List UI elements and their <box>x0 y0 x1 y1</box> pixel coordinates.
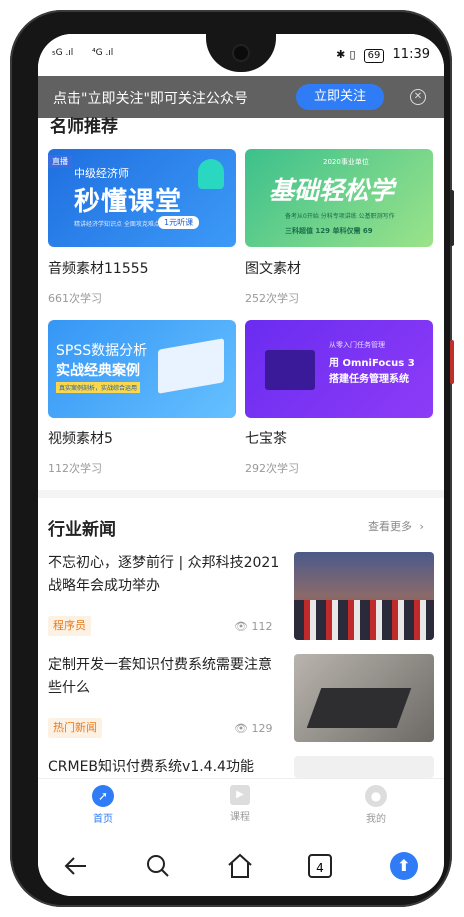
front-camera-icon <box>232 44 250 62</box>
news-item-image[interactable] <box>294 756 434 778</box>
card-image-badge: 三科超值 129 单科仅需 69 <box>285 227 373 235</box>
clock: 11:39 <box>392 47 430 62</box>
bluetooth-icon: ✱ <box>336 48 346 61</box>
close-icon[interactable]: ✕ <box>410 89 426 105</box>
tabs-count-icon[interactable]: 4 <box>308 854 332 878</box>
search-icon[interactable] <box>144 852 172 880</box>
tab-label: 课程 <box>230 812 250 823</box>
tab-label: 我的 <box>366 814 386 825</box>
course-card-image-4[interactable]: 从零入门任务管理 用 OmniFocus 3 搭建任务管理系统 <box>245 320 433 418</box>
card-image-badge: 1元听课 <box>158 216 200 229</box>
boxes-illustration <box>265 350 315 390</box>
card-image-text: 2020事业单位 <box>323 158 369 166</box>
card-image-subtext: 精讲经济学知识点 全面攻克难点 <box>74 221 160 228</box>
live-badge: 直播 <box>48 155 72 168</box>
section-divider <box>38 490 444 498</box>
news-tag: 程序员 <box>48 616 91 636</box>
card-image-headline: 基础轻松学 <box>269 176 395 205</box>
bottom-tab-bar: ➚ 首页 ▶ 课程 ● 我的 <box>38 778 444 835</box>
course-card-title[interactable]: 视频素材5 <box>48 428 113 448</box>
view-count-value: 129 <box>251 722 273 735</box>
news-item-title[interactable]: 不忘初心，逐梦前行 | 众邦科技2021战略年会成功举办 <box>48 552 280 598</box>
compass-icon: ➚ <box>92 785 114 807</box>
course-card-meta: 661次学习 <box>48 292 102 305</box>
status-bar: ₅G .ıl ⁴G .ıl ✱ ▯ 69 11:39 <box>38 34 444 76</box>
course-card-title[interactable]: 图文素材 <box>245 258 301 278</box>
card-image-text: 中级经济师 <box>74 167 129 180</box>
screen: ₅G .ıl ⁴G .ıl ✱ ▯ 69 11:39 点击"立即关注"即可关注公… <box>38 34 444 896</box>
view-count-value: 112 <box>251 620 273 633</box>
card-image-subtext: 真实案例剖析，实战综合运用 <box>56 382 141 393</box>
news-item-title[interactable]: CRMEB知识付费系统v1.4.4功能 <box>48 756 288 779</box>
laptop-illustration <box>158 338 224 394</box>
user-icon: ● <box>365 785 387 807</box>
follow-button[interactable]: 立即关注 <box>296 84 384 110</box>
card-image-headline: 用 OmniFocus 3 <box>329 358 415 369</box>
course-card-title[interactable]: 音频素材11555 <box>48 258 149 278</box>
tab-courses[interactable]: ▶ 课程 <box>210 785 270 823</box>
laptop-photo <box>306 688 412 728</box>
news-section-title: 行业新闻 <box>48 520 116 540</box>
course-card-image-3[interactable]: SPSS数据分析 实战经典案例 真实案例剖析，实战综合运用 <box>48 320 236 418</box>
card-image-headline: 秒懂课堂 <box>74 187 183 217</box>
view-more-link[interactable]: 查看更多 › <box>368 518 424 534</box>
card-image-text: 从零入门任务管理 <box>329 341 385 349</box>
home-icon[interactable] <box>226 852 254 880</box>
signal-icon-2: ⁴G .ıl <box>92 48 114 58</box>
phone-frame: ₅G .ıl ⁴G .ıl ✱ ▯ 69 11:39 点击"立即关注"即可关注公… <box>10 10 454 907</box>
camera-notch <box>206 34 276 72</box>
news-item-image[interactable] <box>294 552 434 640</box>
group-photo <box>294 600 434 640</box>
view-count: 👁 129 <box>234 722 272 735</box>
view-more-label: 查看更多 <box>368 520 412 533</box>
course-card-title[interactable]: 七宝茶 <box>245 428 287 448</box>
eye-icon: 👁 <box>234 722 248 735</box>
system-nav-bar: 4 ⬆ <box>38 834 444 896</box>
news-item-image[interactable] <box>294 654 434 742</box>
course-card-image-2[interactable]: 2020事业单位 基础轻松学 备考从0开始 分科专项讲练 公基职测写作 三科超值… <box>245 149 433 247</box>
course-card-meta: 112次学习 <box>48 462 102 475</box>
tab-home[interactable]: ➚ 首页 <box>73 785 133 825</box>
eye-icon: 👁 <box>234 620 248 633</box>
tab-label: 首页 <box>93 814 113 825</box>
card-image-subtext: 备考从0开始 分科专项讲练 公基职测写作 <box>285 213 395 220</box>
back-arrow-icon[interactable] <box>62 852 90 880</box>
battery-icon: 69 <box>363 49 385 63</box>
illustration-figure <box>198 159 224 189</box>
signal-icon-1: ₅G .ıl <box>52 48 74 58</box>
vibrate-icon: ▯ <box>349 48 356 61</box>
power-button <box>450 340 454 384</box>
card-image-text: SPSS数据分析 <box>56 343 148 359</box>
news-tag: 热门新闻 <box>48 718 102 738</box>
view-count: 👁 112 <box>234 620 272 633</box>
course-card-meta: 292次学习 <box>245 462 299 475</box>
banner-text: 点击"立即关注"即可关注公众号 <box>53 91 248 107</box>
volume-button <box>450 190 454 246</box>
card-image-subtext: 搭建任务管理系统 <box>329 374 409 385</box>
chevron-right-icon: › <box>419 520 424 533</box>
card-image-headline: 实战经典案例 <box>56 363 140 379</box>
course-card-meta: 252次学习 <box>245 292 299 305</box>
play-icon: ▶ <box>230 785 250 805</box>
upload-arrow-icon[interactable]: ⬆ <box>390 852 418 880</box>
course-card-image-1[interactable]: 直播 中级经济师 秒懂课堂 精讲经济学知识点 全面攻克难点 1元听课 <box>48 149 236 247</box>
status-right: ✱ ▯ 69 11:39 <box>336 47 430 63</box>
tab-profile[interactable]: ● 我的 <box>346 785 406 825</box>
recommend-section-title: 名师推荐 <box>50 117 118 137</box>
news-item-title[interactable]: 定制开发一套知识付费系统需要注意些什么 <box>48 654 280 700</box>
